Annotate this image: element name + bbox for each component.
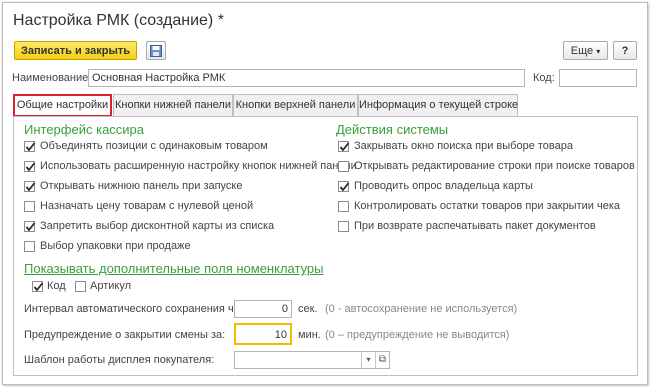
more-button[interactable]: Еще ▾ — [563, 41, 608, 60]
shift-warning-unit: мин. — [298, 329, 321, 341]
checkbox-show-article[interactable] — [75, 281, 86, 292]
help-button[interactable]: ? — [613, 41, 637, 60]
display-template-label: Шаблон работы дисплея покупателя: — [24, 354, 215, 366]
checkbox-extended-bottom-buttons[interactable] — [24, 161, 36, 172]
check-icon — [25, 162, 36, 172]
tab-top-panel-buttons[interactable]: Кнопки верхней панели — [233, 94, 358, 116]
checkbox-label: Выбор упаковки при продаже — [40, 240, 191, 252]
cashier-interface-heading: Интерфейс кассира — [24, 122, 145, 137]
check-icon — [25, 182, 36, 192]
window-title: Настройка РМК (создание) * — [13, 12, 224, 29]
checkbox-package-choice[interactable] — [24, 241, 35, 252]
checkbox-label: Открывать нижнюю панель при запуске — [40, 180, 243, 192]
shift-warning-label: Предупреждение о закрытии смены за: — [24, 329, 226, 341]
code-label: Код: — [533, 72, 555, 84]
checkbox-zero-price[interactable] — [24, 201, 35, 212]
name-field[interactable]: Основная Настройка РМК — [88, 69, 525, 87]
check-icon — [33, 282, 44, 292]
tab-current-row-info[interactable]: Информация о текущей строке — [358, 94, 518, 116]
checkbox-forbid-card-list[interactable] — [24, 221, 36, 232]
checkbox-label: Код — [47, 280, 66, 292]
checkbox-label: Открывать редактирование строки при поис… — [354, 160, 635, 172]
name-label: Наименование: — [12, 72, 92, 84]
chevron-down-icon: ▾ — [596, 47, 601, 56]
code-field[interactable] — [559, 69, 637, 87]
autosave-unit: сек. — [298, 303, 318, 315]
checkbox-edit-row-on-search[interactable] — [338, 161, 349, 172]
window: Настройка РМК (создание) * Записать и за… — [2, 2, 648, 385]
autosave-label: Интервал автоматического сохранения чека… — [24, 303, 255, 315]
more-label: Еще — [570, 45, 594, 57]
checkbox-merge-positions[interactable] — [24, 141, 36, 152]
extra-fields-heading[interactable]: Показывать дополнительные поля номенклат… — [24, 261, 324, 276]
shift-warning-input[interactable]: 10 — [234, 323, 292, 345]
checkbox-label: Запретить выбор дисконтной карты из спис… — [40, 220, 275, 232]
save-icon — [150, 45, 162, 57]
checkbox-control-stock[interactable] — [338, 201, 349, 212]
checkbox-label: Закрывать окно поиска при выборе товара — [354, 140, 573, 152]
checkbox-label: Артикул — [90, 280, 132, 292]
checkbox-print-docs-on-return[interactable] — [338, 221, 349, 232]
system-actions-heading: Действия системы — [336, 122, 449, 137]
check-icon — [25, 142, 36, 152]
checkbox-open-bottom-panel[interactable] — [24, 181, 36, 192]
checkbox-label: Проводить опрос владельца карты — [354, 180, 533, 192]
display-template-select[interactable]: ▾ ⧉ — [234, 351, 390, 369]
checkbox-label: Использовать расширенную настройку кнопо… — [40, 160, 357, 172]
tab-bottom-panel-buttons[interactable]: Кнопки нижней панели — [113, 94, 233, 116]
check-icon — [339, 182, 350, 192]
checkbox-label: При возврате распечатывать пакет докумен… — [354, 220, 596, 232]
autosave-note: (0 - автосохранение не используется) — [325, 303, 518, 315]
tab-general[interactable]: Общие настройки — [13, 94, 112, 117]
autosave-input[interactable]: 0 — [234, 300, 292, 318]
checkbox-close-search[interactable] — [338, 141, 350, 152]
checkbox-label: Объединять позиции с одинаковым товаром — [40, 140, 268, 152]
checkbox-label: Контролировать остатки товаров при закры… — [354, 200, 620, 212]
dropdown-arrow-icon[interactable]: ▾ — [361, 352, 375, 368]
save-button[interactable] — [146, 41, 166, 60]
check-icon — [25, 222, 36, 232]
checkbox-poll-card-owner[interactable] — [338, 181, 350, 192]
checkbox-show-code[interactable] — [32, 281, 44, 292]
shift-warning-note: (0 – предупреждение не выводится) — [325, 329, 510, 341]
write-and-close-button[interactable]: Записать и закрыть — [14, 41, 137, 60]
open-icon[interactable]: ⧉ — [375, 352, 389, 368]
checkbox-label: Назначать цену товарам с нулевой ценой — [40, 200, 254, 212]
check-icon — [339, 142, 350, 152]
